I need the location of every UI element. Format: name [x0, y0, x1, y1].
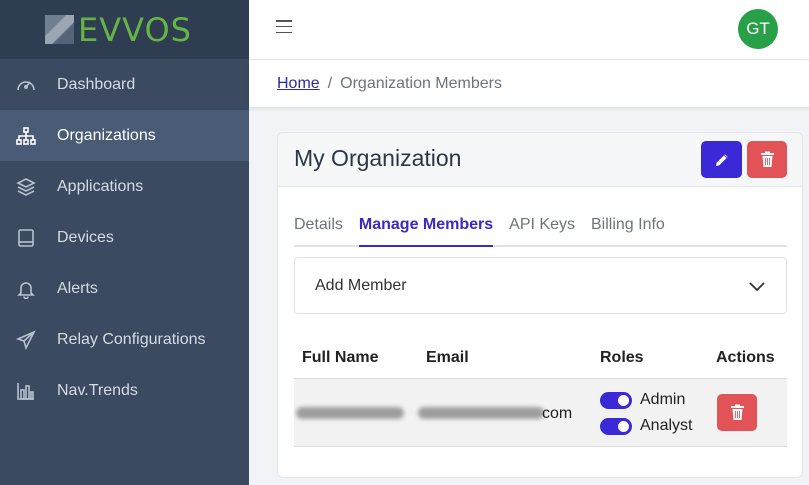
menu-toggle-icon[interactable] [276, 20, 292, 34]
table-row: com Admin Analyst [294, 378, 787, 447]
edit-organization-button[interactable] [701, 141, 742, 178]
sidebar-item-label: Nav.Trends [57, 381, 138, 399]
trash-icon [760, 151, 774, 167]
tab-api-keys[interactable]: API Keys [509, 205, 575, 245]
pencil-icon [715, 153, 728, 166]
role-analyst: Analyst [600, 417, 692, 435]
brand-logo[interactable]: EVVOS [0, 0, 249, 59]
redacted-email [418, 407, 544, 419]
role-analyst-toggle[interactable] [600, 417, 632, 435]
user-avatar[interactable]: GT [738, 9, 778, 49]
column-header-email: Email [426, 349, 469, 366]
sidebar-item-dashboard[interactable]: Dashboard [0, 59, 249, 110]
tab-manage-members[interactable]: Manage Members [358, 205, 494, 247]
add-member-label: Add Member [315, 276, 407, 294]
bell-icon [15, 278, 37, 300]
delete-organization-button[interactable] [747, 141, 787, 178]
card-header: My Organization [278, 133, 802, 187]
column-header-roles: Roles [600, 349, 644, 366]
breadcrumb-current: Organization Members [340, 74, 502, 92]
sidebar-item-devices[interactable]: Devices [0, 212, 249, 263]
evvos-logo-icon [45, 15, 74, 44]
tab-bar: Details Manage Members API Keys Billing … [294, 205, 787, 247]
sidebar-item-label: Devices [57, 228, 114, 246]
sidebar-item-organizations[interactable]: Organizations [0, 110, 249, 161]
layers-icon [15, 176, 37, 198]
breadcrumb-home-link[interactable]: Home [277, 75, 320, 93]
sitemap-icon [15, 125, 37, 147]
sidebar-item-label: Relay Configurations [57, 330, 206, 348]
add-member-accordion[interactable]: Add Member [294, 257, 787, 314]
role-admin: Admin [600, 391, 685, 409]
sidebar-item-label: Organizations [57, 126, 156, 144]
breadcrumb-separator: / [327, 74, 333, 92]
sidebar-nav: Dashboard Organizations Applications Dev… [0, 59, 249, 416]
email-visible-tail: com [542, 405, 573, 422]
members-table-header: Full Name Email Roles Actions [294, 345, 787, 377]
sidebar-item-label: Dashboard [57, 75, 136, 93]
page-title: My Organization [294, 145, 462, 171]
delete-member-button[interactable] [717, 394, 757, 431]
column-header-full-name: Full Name [302, 349, 379, 366]
tablet-icon [15, 227, 37, 249]
organization-card: My Organization Details Manage Members A… [277, 132, 803, 478]
tab-billing-info[interactable]: Billing Info [591, 205, 665, 245]
gauge-icon [15, 74, 37, 96]
breadcrumb: Home / Organization Members [249, 60, 809, 108]
role-admin-toggle[interactable] [600, 391, 632, 409]
sidebar-item-applications[interactable]: Applications [0, 161, 249, 212]
sidebar: EVVOS Dashboard Organizations Applicatio… [0, 0, 249, 485]
sidebar-item-relay-configurations[interactable]: Relay Configurations [0, 314, 249, 365]
sidebar-item-alerts[interactable]: Alerts [0, 263, 249, 314]
column-header-actions: Actions [716, 349, 775, 366]
trash-icon [730, 404, 744, 420]
top-bar: GT [249, 0, 809, 60]
bar-chart-icon [15, 380, 37, 402]
sidebar-item-label: Alerts [57, 279, 98, 297]
sidebar-item-label: Applications [57, 177, 144, 195]
redacted-full-name [296, 407, 404, 419]
sidebar-item-nav-trends[interactable]: Nav.Trends [0, 365, 249, 416]
chevron-down-icon [749, 282, 765, 292]
role-analyst-label: Analyst [640, 417, 693, 434]
role-admin-label: Admin [640, 391, 686, 408]
paper-plane-icon [15, 329, 37, 351]
tab-details[interactable]: Details [294, 205, 343, 245]
brand-name: EVVOS [78, 10, 192, 49]
